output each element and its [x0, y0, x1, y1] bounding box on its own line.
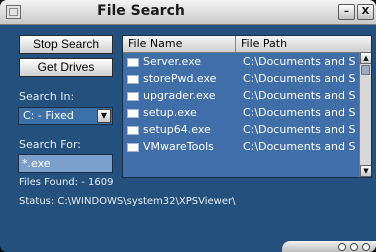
window-title: File Search — [97, 3, 185, 19]
file-name: VMwareTools — [143, 140, 214, 153]
list-header: File Name File Path — [123, 36, 371, 53]
title-bar[interactable]: File Search – X — [0, 0, 376, 25]
files-found-text: Files Found: - 1609 — [19, 177, 114, 188]
file-path: C:\Documents and S — [243, 72, 356, 85]
close-button[interactable]: X — [357, 4, 374, 20]
stop-search-button[interactable]: Stop Search — [19, 35, 113, 54]
exe-file-icon — [127, 126, 139, 135]
vertical-scrollbar[interactable]: ▲ ▼ — [359, 52, 371, 177]
resize-grip-dot — [338, 243, 346, 251]
exe-file-icon — [127, 109, 139, 118]
status-text: Status: C:\WINDOWS\system32\XPSViewer\ — [19, 196, 236, 207]
list-item[interactable]: upgrader.exe C:\Documents and S — [123, 87, 359, 104]
exe-file-icon — [127, 58, 139, 67]
resize-grip-dot — [350, 243, 358, 251]
file-name: upgrader.exe — [143, 89, 216, 102]
column-header-file-path[interactable]: File Path — [241, 37, 287, 50]
file-name: setup64.exe — [143, 123, 211, 136]
drive-select-value: C: - Fixed — [23, 109, 74, 122]
search-for-label: Search For: — [19, 138, 81, 151]
get-drives-button[interactable]: Get Drives — [19, 58, 113, 77]
drive-select[interactable]: C: - Fixed ▼ — [18, 107, 113, 125]
exe-file-icon — [127, 75, 139, 84]
scroll-thumb[interactable] — [361, 65, 370, 75]
scroll-up-icon[interactable]: ▲ — [360, 52, 371, 64]
minimize-button[interactable]: – — [338, 4, 355, 20]
search-in-label: Search In: — [19, 90, 75, 103]
file-path: C:\Documents and S — [243, 140, 356, 153]
file-path: C:\Documents and S — [243, 123, 356, 136]
scroll-down-icon[interactable]: ▼ — [360, 165, 371, 177]
file-name: storePwd.exe — [143, 72, 217, 85]
file-path: C:\Documents and S — [243, 106, 356, 119]
results-list[interactable]: File Name File Path Server.exe C:\Docume… — [122, 35, 372, 178]
list-item[interactable]: Server.exe C:\Documents and S — [123, 53, 359, 70]
file-path: C:\Documents and S — [243, 55, 356, 68]
file-path: C:\Documents and S — [243, 89, 356, 102]
resize-grip-dot — [362, 243, 370, 251]
column-header-file-name[interactable]: File Name — [128, 37, 182, 50]
file-name: Server.exe — [143, 55, 202, 68]
file-name: setup.exe — [143, 106, 197, 119]
exe-file-icon — [127, 92, 139, 101]
list-item[interactable]: setup.exe C:\Documents and S — [123, 104, 359, 121]
column-divider[interactable] — [235, 36, 236, 52]
chevron-down-icon[interactable]: ▼ — [97, 109, 111, 123]
search-pattern-input[interactable]: *.exe — [18, 154, 113, 173]
file-search-window: File Search – X Stop Search Get Drives S… — [0, 0, 376, 252]
exe-file-icon — [127, 143, 139, 152]
list-item[interactable]: storePwd.exe C:\Documents and S — [123, 70, 359, 87]
list-item[interactable]: setup64.exe C:\Documents and S — [123, 121, 359, 138]
list-item[interactable]: VMwareTools C:\Documents and S — [123, 138, 359, 155]
